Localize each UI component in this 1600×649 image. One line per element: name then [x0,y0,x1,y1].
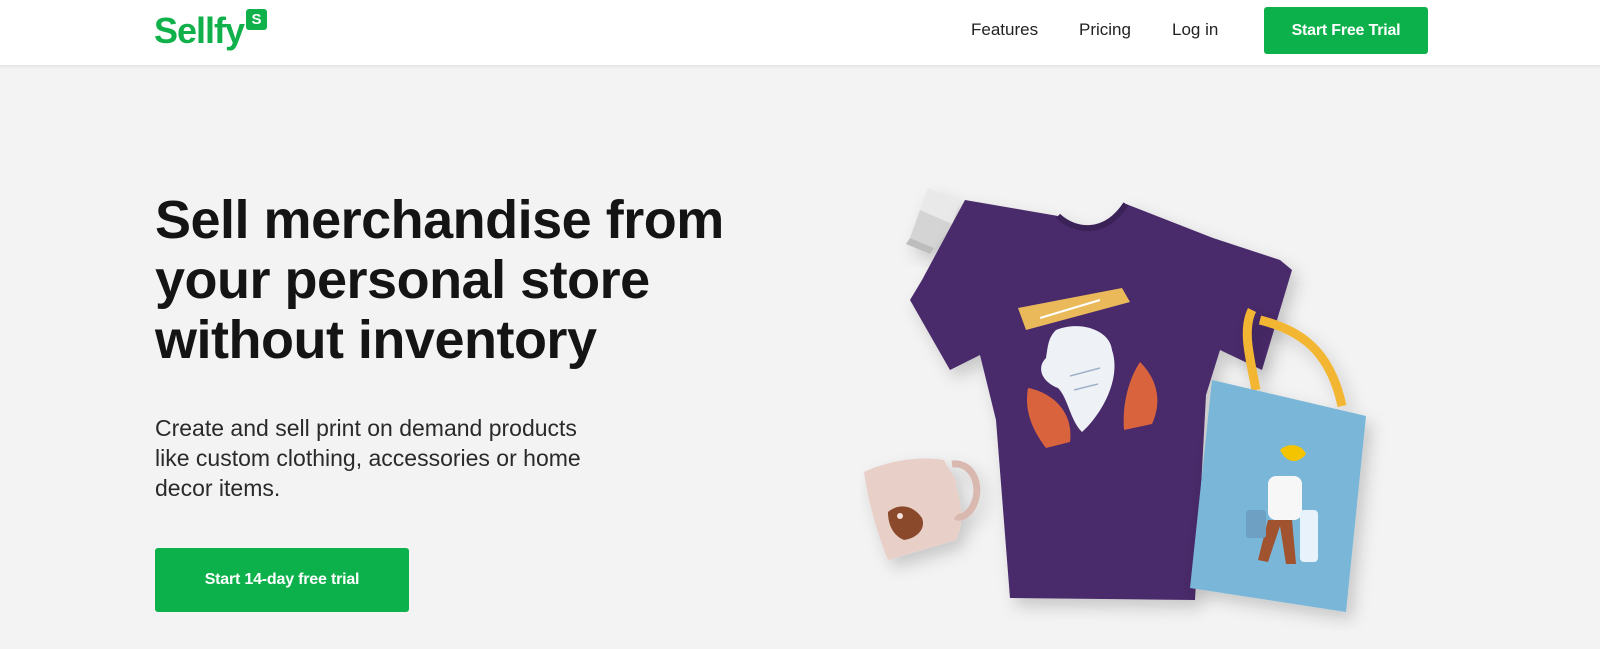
hero-subtitle-line: decor items. [155,475,281,501]
hero-title: Sell merchandise from your personal stor… [155,190,795,370]
nav-item-login: Log in [1172,0,1218,60]
site-header: Sellfy S Features Pricing Log in Start F… [0,0,1600,65]
sellfy-logo[interactable]: Sellfy S [154,8,268,54]
nav-link-login[interactable]: Log in [1172,20,1218,40]
start-free-trial-button[interactable]: Start Free Trial [1264,7,1428,54]
products-illustration [864,188,1366,612]
hero-subtitle-line: Create and sell print on demand products [155,415,577,441]
start-trial-hero-button[interactable]: Start 14-day free trial [155,548,409,612]
nav-item-pricing: Pricing [1079,0,1131,60]
nav-link-pricing[interactable]: Pricing [1079,20,1131,40]
hero-title-line: Sell merchandise from [155,190,724,250]
hero-subtitle: Create and sell print on demand products… [155,413,635,503]
nav-item-features: Features [971,0,1038,60]
hero-subtitle-line: like custom clothing, accessories or hom… [155,445,581,471]
nav-link-features[interactable]: Features [971,20,1038,40]
hero-title-line: without inventory [155,310,597,370]
logo-badge-icon: S [246,9,268,30]
logo-wordmark: Sellfy [154,10,245,51]
mug-illustration [864,458,981,560]
hero-title-line: your personal store [155,250,650,310]
